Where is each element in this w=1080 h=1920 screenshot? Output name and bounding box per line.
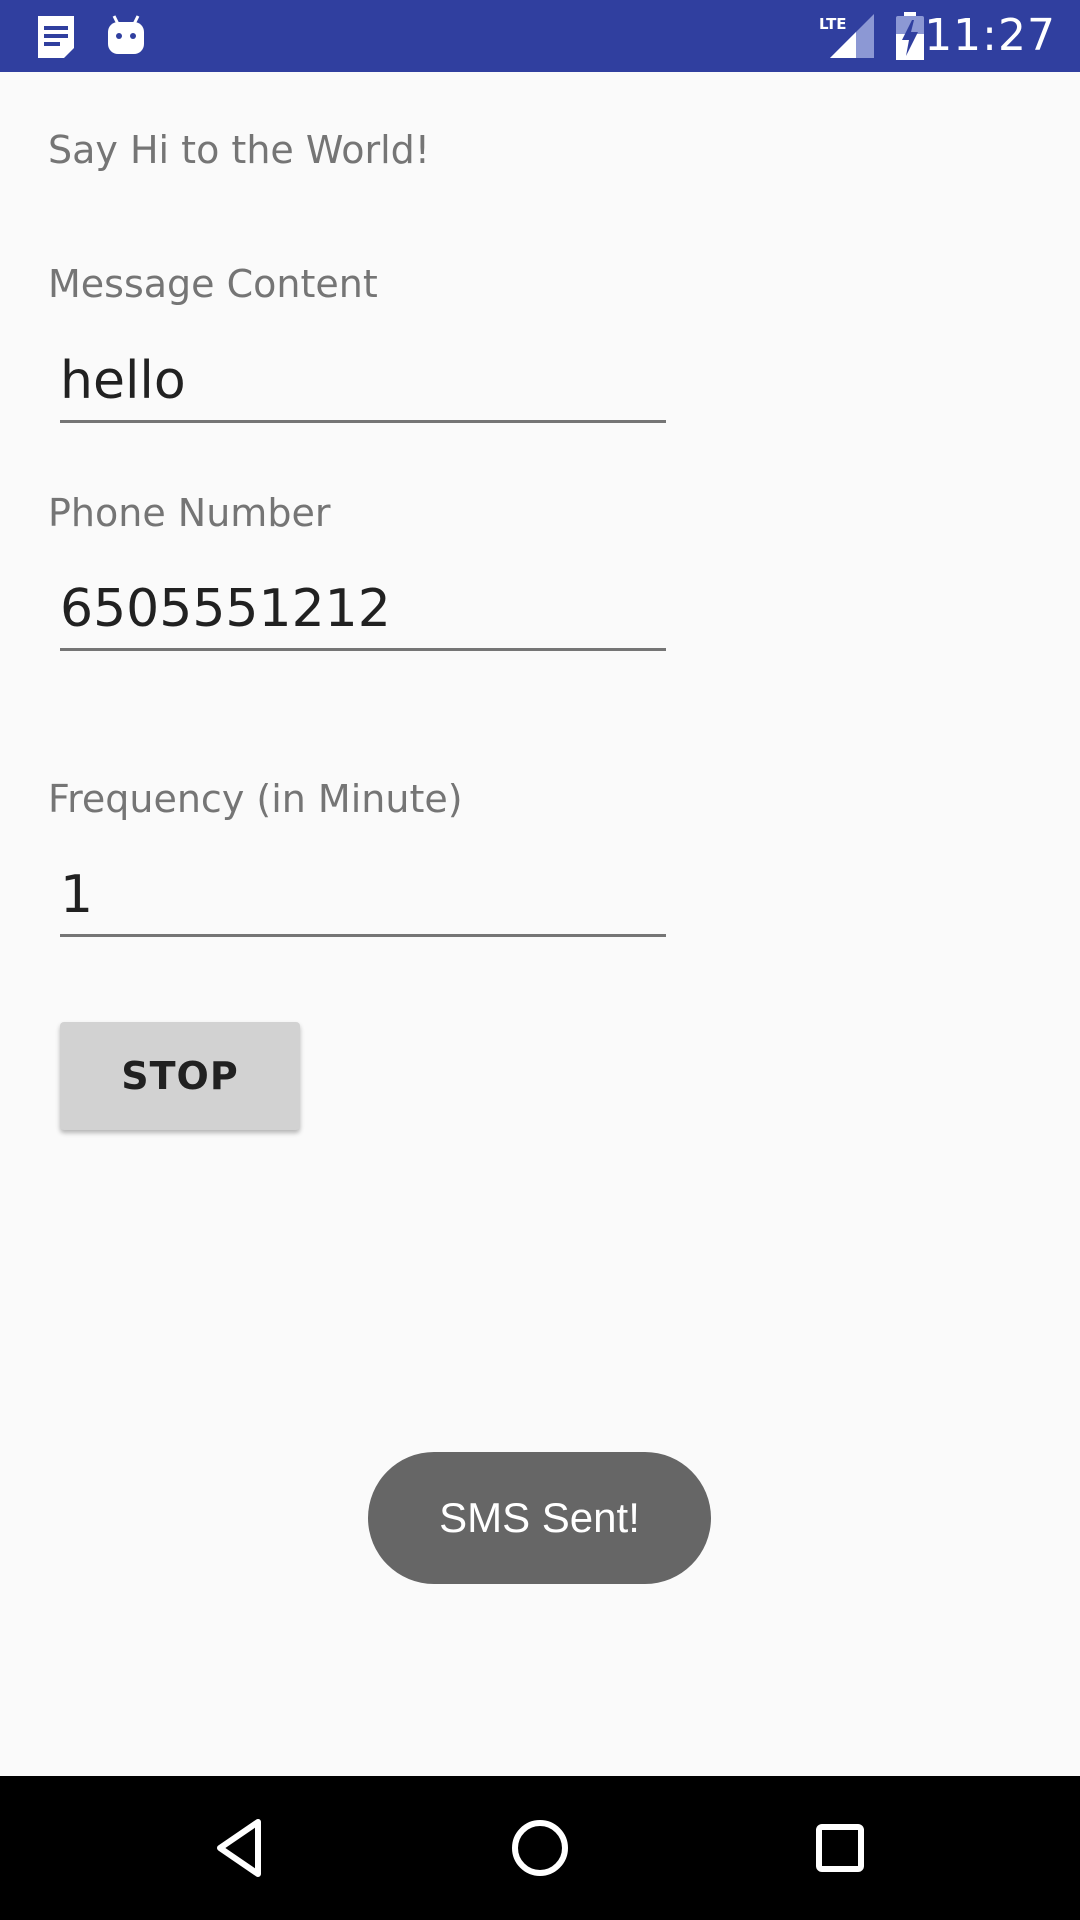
home-icon[interactable] <box>504 1812 576 1884</box>
message-content-field[interactable] <box>60 343 666 423</box>
status-time: 11:27 <box>924 10 1056 61</box>
phone-number-input[interactable] <box>60 578 666 640</box>
message-content-input[interactable] <box>60 350 666 412</box>
lte-signal-icon: LTE <box>819 14 874 58</box>
back-icon[interactable] <box>204 1812 276 1884</box>
stop-button[interactable]: STOP <box>60 1022 300 1130</box>
notes-notification-icon <box>38 16 74 58</box>
status-bar: LTE 11:27 <box>0 0 1080 72</box>
phone-number-field[interactable] <box>60 571 666 651</box>
recents-icon[interactable] <box>804 1812 876 1884</box>
screen: LTE 11:27 Say Hi to the World! Message C… <box>0 0 1080 1920</box>
frequency-input[interactable] <box>60 864 666 926</box>
frequency-label: Frequency (in Minute) <box>48 777 463 821</box>
navigation-bar <box>0 1776 1080 1920</box>
frequency-field[interactable] <box>60 857 666 937</box>
app-title: Say Hi to the World! <box>48 128 430 172</box>
message-content-label: Message Content <box>48 262 378 306</box>
android-notification-icon <box>108 15 144 54</box>
battery-charging-icon <box>896 12 924 60</box>
phone-number-label: Phone Number <box>48 491 331 535</box>
network-type-label: LTE <box>819 15 847 33</box>
toast-message: SMS Sent! <box>368 1452 711 1584</box>
